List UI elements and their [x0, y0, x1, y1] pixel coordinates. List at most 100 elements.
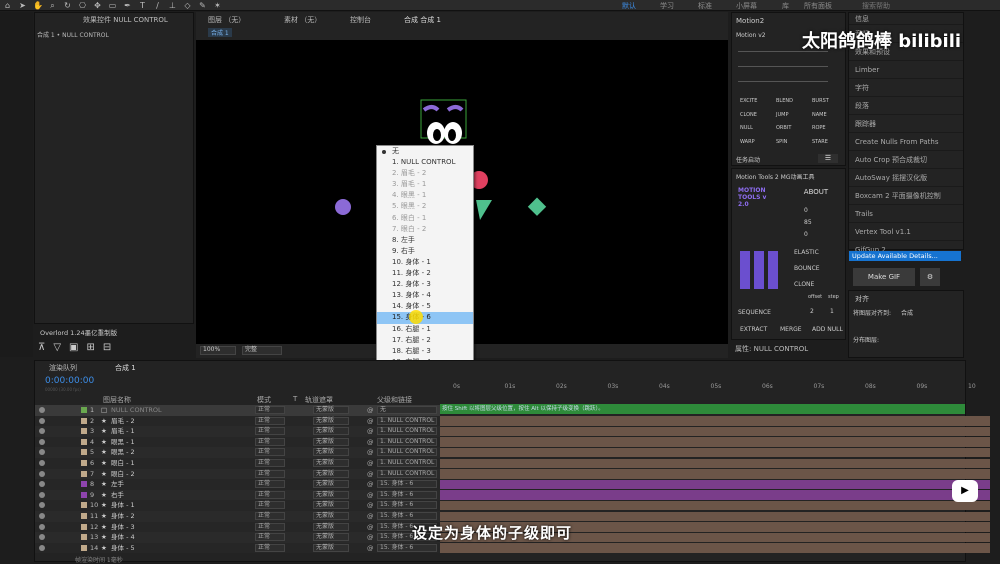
parent-select[interactable]: 1. NULL CONTROL — [377, 469, 437, 478]
matte-select[interactable]: 无蒙版 — [313, 490, 349, 499]
offset-value[interactable]: 2 — [810, 308, 814, 315]
current-time[interactable]: 0:00:00:00 — [45, 376, 94, 386]
mode-select[interactable]: 正常 — [255, 448, 285, 457]
label-color[interactable] — [81, 438, 87, 445]
visibility-eye-icon[interactable] — [39, 481, 45, 488]
layer-row[interactable]: 3 ★ 眉毛 - 1 正常 无蒙版 @1. NULL CONTROL — [35, 426, 440, 437]
elastic-label[interactable]: ELASTIC — [794, 249, 819, 256]
matte-select[interactable]: 无蒙版 — [313, 448, 349, 457]
tab-layer[interactable]: 图层 （无） — [208, 15, 245, 25]
right-panel-item[interactable]: 字符 — [849, 79, 963, 97]
layer-name[interactable]: 右手 — [111, 490, 124, 500]
parent-menu-item[interactable]: 18. 右腿 - 3 — [377, 346, 473, 357]
parent-select[interactable]: 1. NULL CONTROL — [377, 437, 437, 446]
matte-select[interactable]: 无蒙版 — [313, 501, 349, 510]
parent-select[interactable]: 15. 身体 - 6 — [377, 501, 437, 510]
label-color[interactable] — [81, 428, 87, 435]
clone-label[interactable]: CLONE — [794, 281, 814, 288]
motion2-button[interactable]: EXCITE — [740, 98, 757, 104]
bounce-label[interactable]: BOUNCE — [794, 265, 820, 272]
rotate-tool-icon[interactable]: ↻ — [63, 1, 72, 10]
pickwhip-icon[interactable]: @ — [367, 447, 374, 457]
motion2-button[interactable]: STARE — [812, 139, 828, 145]
matte-select[interactable]: 无蒙版 — [313, 469, 349, 478]
label-color[interactable] — [81, 502, 87, 509]
layer-bar[interactable] — [440, 490, 990, 500]
eraser-tool-icon[interactable]: ◇ — [183, 1, 192, 10]
home-icon[interactable]: ⌂ — [3, 1, 12, 10]
parent-select[interactable]: 15. 身体 - 6 — [377, 480, 437, 489]
gear-icon[interactable]: ⚙ — [920, 268, 940, 286]
visibility-eye-icon[interactable] — [39, 460, 45, 466]
label-color[interactable] — [81, 513, 87, 519]
label-color[interactable] — [81, 417, 87, 424]
matte-select[interactable]: 无蒙版 — [313, 406, 349, 414]
about-button[interactable]: ABOUT — [798, 188, 834, 197]
mode-select[interactable]: 正常 — [255, 480, 285, 489]
roto-tool-icon[interactable]: ✎ — [198, 1, 207, 10]
pickwhip-icon[interactable]: @ — [367, 500, 374, 510]
tab-comp[interactable]: 合成 合成 1 — [404, 15, 441, 25]
parent-select[interactable]: 15. 身体 - 6 — [377, 490, 437, 499]
motion2-button[interactable]: CLONE — [740, 112, 757, 118]
quality-select[interactable]: 完整 — [242, 346, 282, 355]
layer-row[interactable]: 4 ★ 眼黑 - 1 正常 无蒙版 @1. NULL CONTROL — [35, 436, 440, 448]
motion2-button[interactable]: ORBIT — [776, 125, 791, 131]
effects-panel-title[interactable]: 效果控件 — [83, 16, 111, 24]
tab-render-queue[interactable]: 渲染队列 — [49, 363, 77, 373]
pen-tool-icon[interactable]: ✒ — [123, 1, 132, 10]
tab-footage[interactable]: 素材 （无） — [284, 15, 321, 25]
comp-chip[interactable]: 合成 1 — [208, 28, 232, 37]
layer-row[interactable]: 10 ★ 身体 - 1 正常 无蒙版 @15. 身体 - 6 — [35, 500, 440, 511]
layer-name[interactable]: 左手 — [111, 479, 124, 489]
pickwhip-icon[interactable]: @ — [367, 511, 374, 521]
parent-menu-item[interactable]: 14. 身体 - 5 — [377, 301, 473, 312]
pickwhip-icon[interactable]: @ — [367, 522, 374, 532]
layer-name[interactable]: 身体 - 4 — [111, 532, 135, 542]
mode-select[interactable]: 正常 — [255, 469, 285, 478]
matte-select[interactable]: 无蒙版 — [313, 480, 349, 489]
right-panel-item[interactable]: 跟踪器 — [849, 115, 963, 133]
visibility-eye-icon[interactable] — [39, 428, 45, 435]
tab-timeline-comp[interactable]: 合成 1 — [115, 363, 136, 373]
label-color[interactable] — [81, 460, 87, 466]
matte-select[interactable]: 无蒙版 — [313, 512, 349, 520]
layer-row[interactable]: 5 ★ 眼黑 - 2 正常 无蒙版 @1. NULL CONTROL — [35, 447, 440, 458]
search-help[interactable]: 搜索帮助 — [862, 1, 890, 11]
step-value[interactable]: 1 — [830, 308, 834, 315]
right-panel-item[interactable]: Boxcam 2 平面摄像机控制 — [849, 187, 963, 205]
visibility-eye-icon[interactable] — [39, 491, 45, 498]
pickwhip-icon[interactable]: @ — [367, 405, 374, 415]
layer-row[interactable]: 14 ★ 身体 - 5 正常 无蒙版 @15. 身体 - 6 — [35, 542, 440, 554]
parent-select[interactable]: 1. NULL CONTROL — [377, 448, 437, 457]
layer-name[interactable]: 眉毛 - 2 — [111, 416, 135, 426]
visibility-eye-icon[interactable] — [39, 523, 45, 530]
motion2-button[interactable]: BLEND — [776, 98, 793, 104]
parent-menu-item[interactable]: 12. 身体 - 3 — [377, 279, 473, 290]
matte-select[interactable]: 无蒙版 — [313, 522, 349, 531]
mode-select[interactable]: 正常 — [255, 437, 285, 446]
motion2-button[interactable]: JUMP — [776, 112, 788, 118]
layer-row[interactable]: 7 ★ 眼白 - 2 正常 无蒙版 @1. NULL CONTROL — [35, 468, 440, 480]
right-panel-item[interactable]: Limber — [849, 61, 963, 79]
layer-name[interactable]: NULL CONTROL — [111, 405, 162, 415]
layer-row[interactable]: 8 ★ 左手 正常 无蒙版 @15. 身体 - 6 — [35, 479, 440, 490]
mode-select[interactable]: 正常 — [255, 533, 285, 542]
label-color[interactable] — [81, 449, 87, 456]
right-panel-item[interactable]: 信息 — [849, 13, 963, 25]
add-null-button[interactable]: ADD NULL — [812, 326, 843, 333]
slider-value-1[interactable]: 0 — [804, 207, 808, 214]
layer-bar[interactable] — [440, 479, 990, 490]
parent-menu-item[interactable]: 11. 身体 - 2 — [377, 268, 473, 279]
mode-select[interactable]: 正常 — [255, 522, 285, 531]
layer-name[interactable]: 身体 - 3 — [111, 522, 135, 532]
workspace-all[interactable]: 所有面板 — [804, 1, 832, 11]
pickwhip-icon[interactable]: @ — [367, 458, 374, 468]
parent-menu-item[interactable]: 8. 左手 — [377, 235, 473, 246]
stamp-tool-icon[interactable]: ⊥ — [168, 1, 177, 10]
label-color[interactable] — [81, 544, 87, 551]
layer-row[interactable]: 11 ★ 身体 - 2 正常 无蒙版 @15. 身体 - 6 — [35, 511, 440, 522]
anchor-grid[interactable] — [740, 251, 778, 289]
parent-menu-item[interactable]: 3. 眉毛 - 1 — [377, 179, 473, 190]
brush-tool-icon[interactable]: ∕ — [153, 1, 162, 10]
